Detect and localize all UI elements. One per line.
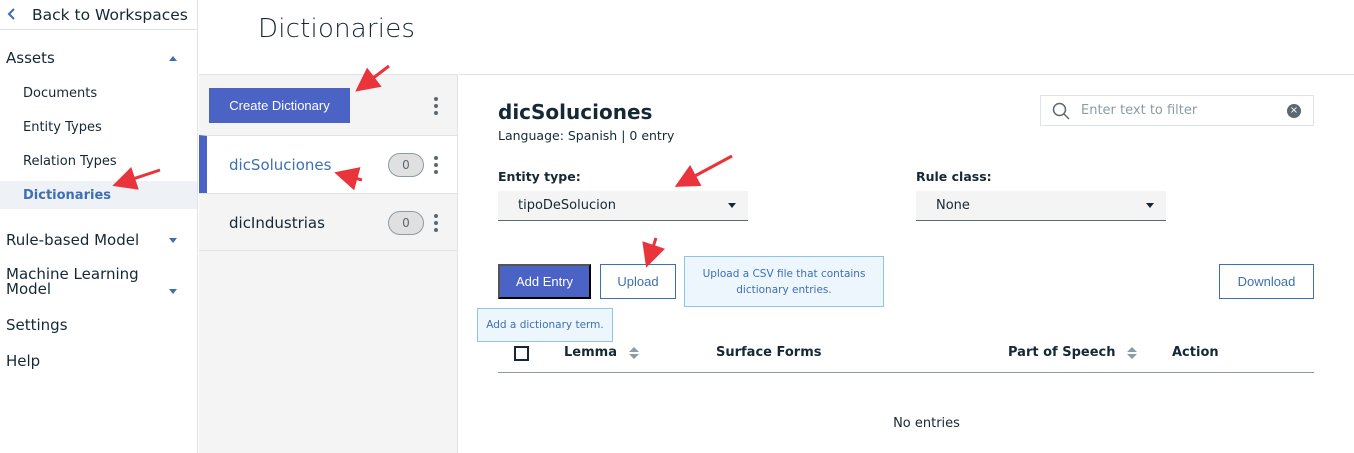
- select-all-checkbox[interactable]: [514, 346, 529, 361]
- clear-icon[interactable]: ×: [1287, 103, 1301, 118]
- upload-button[interactable]: Upload: [600, 264, 676, 299]
- sidebar-section-label: Machine Learning Model: [6, 265, 139, 298]
- download-button[interactable]: Download: [1219, 264, 1314, 299]
- entry-count-badge: 0: [388, 153, 424, 177]
- sidebar-section-machine-learning-model[interactable]: Machine Learning Model: [0, 265, 150, 299]
- dictionary-name: dicSoluciones: [229, 156, 332, 174]
- column-label: Lemma: [564, 345, 617, 360]
- sidebar-item-settings[interactable]: Settings: [0, 314, 197, 336]
- entity-type-value: tipoDeSolucion: [518, 198, 616, 213]
- dictionary-list-panel: Create Dictionary dicSoluciones 0 dicInd…: [199, 74, 458, 453]
- back-to-workspaces-link[interactable]: Back to Workspaces: [0, 0, 197, 30]
- overflow-menu-icon[interactable]: [431, 97, 441, 115]
- sidebar-item-entity-types[interactable]: Entity Types: [0, 113, 197, 141]
- column-header-part-of-speech[interactable]: Part of Speech: [1008, 345, 1138, 360]
- chevron-left-icon: [7, 6, 25, 24]
- sidebar: Back to Workspaces Assets Documents Enti…: [0, 0, 198, 453]
- dictionary-title: dicSoluciones: [498, 100, 653, 124]
- column-label: Action: [1172, 345, 1219, 360]
- sidebar-item-label: Entity Types: [23, 119, 102, 135]
- entry-count-badge: 0: [388, 211, 424, 235]
- add-entry-button[interactable]: Add Entry: [498, 264, 591, 299]
- sidebar-section-label: Help: [6, 352, 41, 370]
- sidebar-section-rule-based-model[interactable]: Rule-based Model: [0, 229, 197, 251]
- empty-table-message: No entries: [893, 416, 960, 431]
- dictionary-list-item[interactable]: dicIndustrias 0: [199, 193, 457, 251]
- sidebar-item-help[interactable]: Help: [0, 350, 197, 372]
- dictionary-meta: Language: Spanish | 0 entry: [498, 128, 675, 143]
- sidebar-section-assets[interactable]: Assets: [0, 46, 197, 70]
- caret-down-icon: [728, 203, 736, 208]
- sidebar-item-relation-types[interactable]: Relation Types: [0, 147, 197, 175]
- column-header-action: Action: [1172, 345, 1219, 360]
- rule-class-label: Rule class:: [916, 169, 992, 184]
- rule-class-value: None: [936, 198, 970, 213]
- chevron-down-icon: [169, 279, 177, 298]
- dictionary-name: dicIndustrias: [229, 214, 325, 232]
- entries-table-header: Lemma Surface Forms Part of Speech Actio…: [498, 337, 1314, 373]
- search-icon: [1041, 102, 1081, 120]
- sidebar-item-dictionaries[interactable]: Dictionaries: [0, 181, 197, 209]
- sort-icon: [1127, 346, 1138, 359]
- column-header-surface-forms: Surface Forms: [716, 345, 822, 360]
- chevron-down-icon: [169, 236, 177, 245]
- filter-placeholder: Enter text to filter: [1081, 103, 1198, 118]
- column-label: Surface Forms: [716, 345, 822, 360]
- page-title: Dictionaries: [258, 14, 416, 44]
- entity-type-select[interactable]: tipoDeSolucion: [498, 191, 748, 221]
- assets-label: Assets: [6, 49, 55, 67]
- sidebar-section-label: Rule-based Model: [6, 231, 140, 249]
- sidebar-section-label: Settings: [6, 316, 68, 334]
- sidebar-item-documents[interactable]: Documents: [0, 79, 197, 107]
- rule-class-select[interactable]: None: [916, 191, 1166, 221]
- create-dictionary-button[interactable]: Create Dictionary: [209, 88, 350, 123]
- back-link-label: Back to Workspaces: [32, 5, 188, 24]
- sidebar-item-label: Documents: [23, 85, 98, 101]
- column-header-lemma[interactable]: Lemma: [564, 345, 639, 360]
- upload-tooltip: Upload a CSV file that contains dictiona…: [684, 256, 884, 307]
- column-label: Part of Speech: [1008, 345, 1116, 360]
- filter-input[interactable]: Enter text to filter ×: [1040, 95, 1314, 126]
- overflow-menu-icon[interactable]: [431, 214, 441, 232]
- sort-icon: [628, 346, 639, 359]
- dictionary-list-item[interactable]: dicSoluciones 0: [199, 135, 457, 193]
- caret-down-icon: [1146, 203, 1154, 208]
- entity-type-label: Entity type:: [498, 169, 581, 184]
- chevron-up-icon: [169, 54, 177, 63]
- sidebar-item-label: Relation Types: [23, 153, 117, 169]
- overflow-menu-icon[interactable]: [431, 156, 441, 174]
- dictionary-detail-panel: dicSoluciones Language: Spanish | 0 entr…: [459, 74, 1354, 453]
- sidebar-item-label: Dictionaries: [23, 187, 112, 203]
